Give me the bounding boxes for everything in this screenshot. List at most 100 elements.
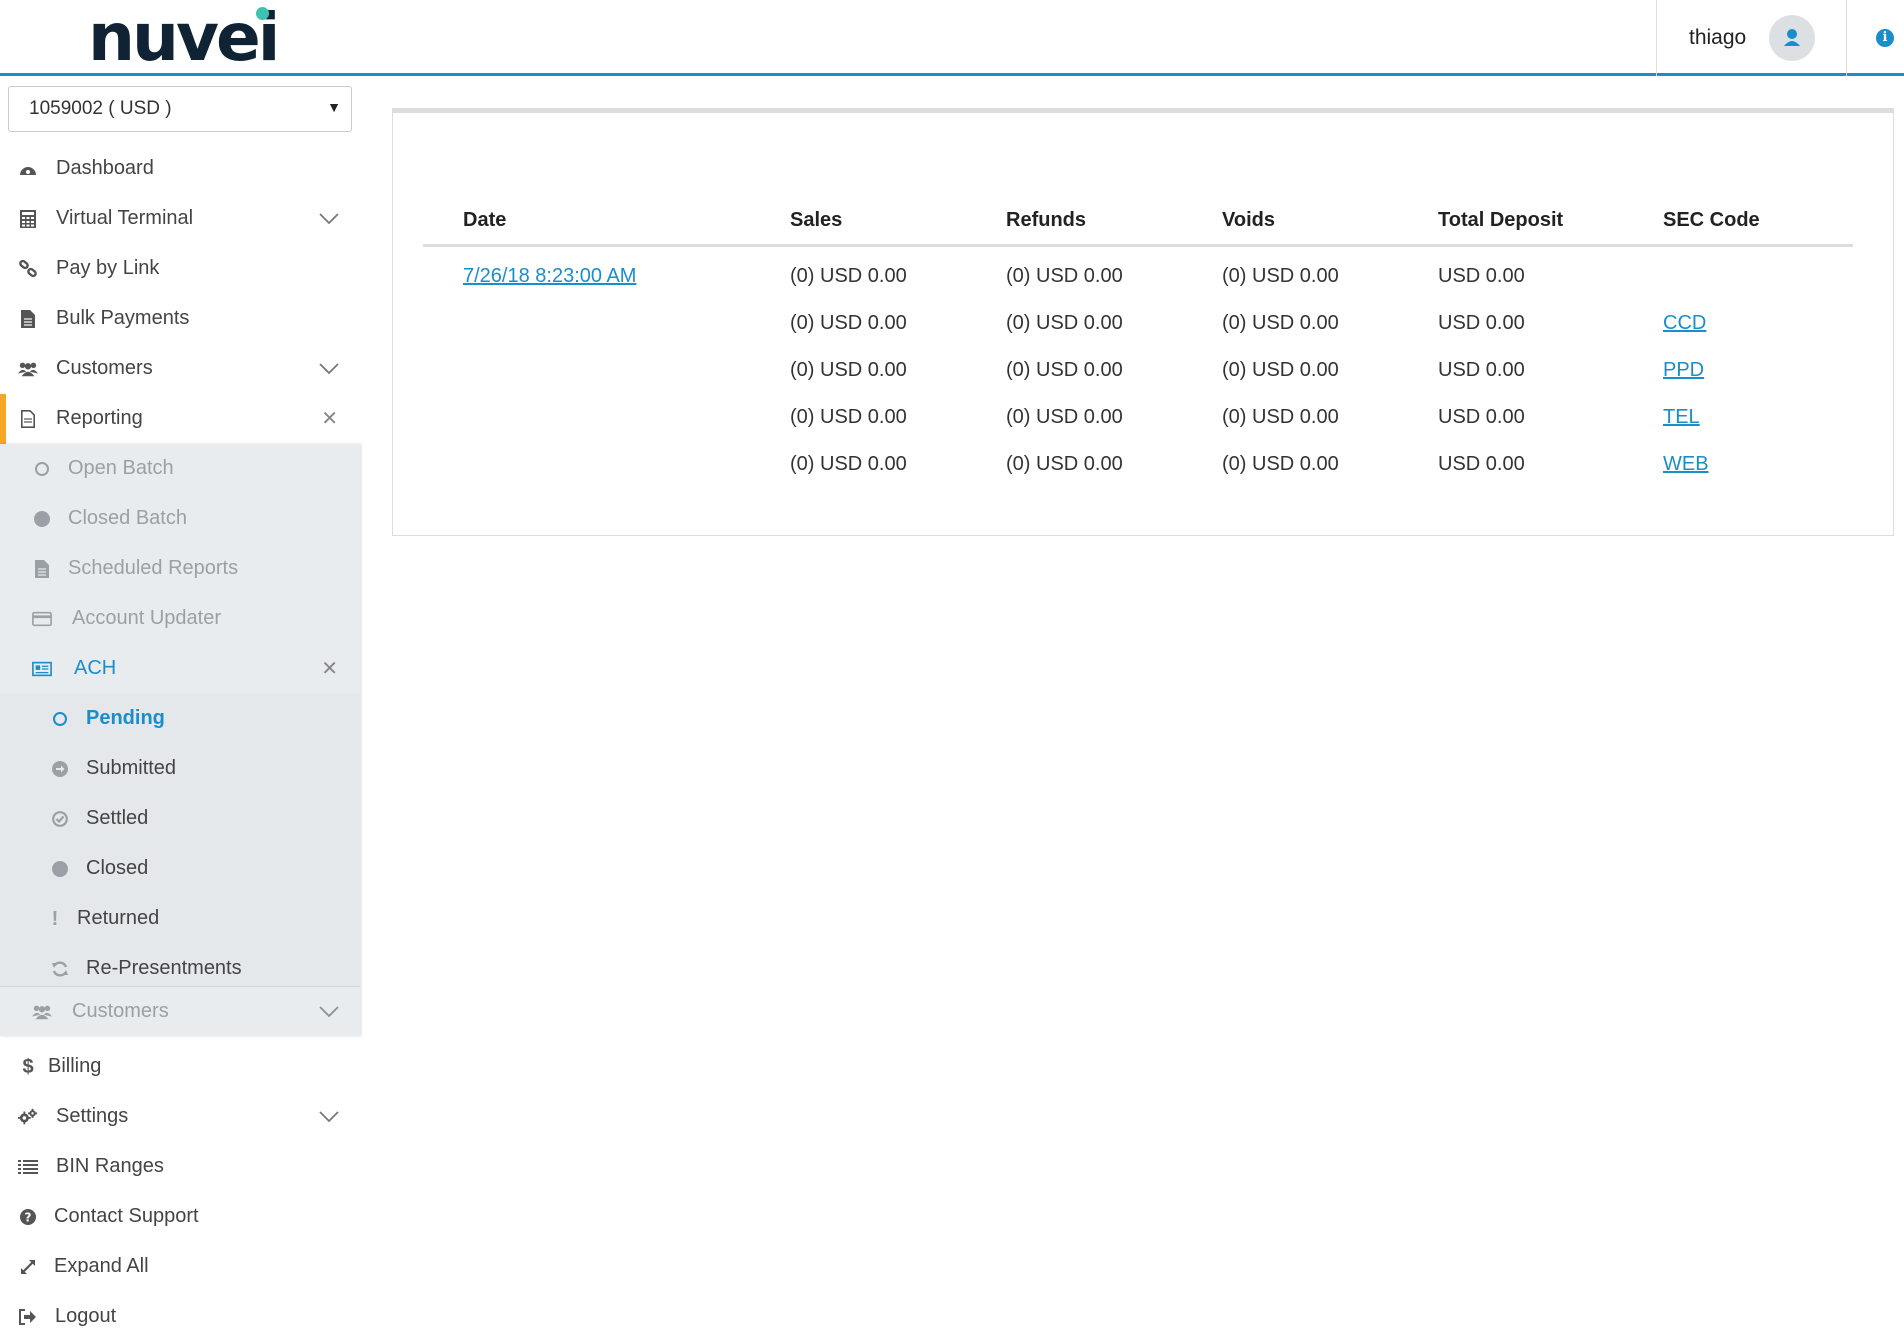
chevron-down-icon xyxy=(319,213,339,225)
sidebar-item-label: ACH xyxy=(74,657,117,679)
voids-cell: (0) USD 0.00 xyxy=(1222,406,1339,428)
voids-cell: (0) USD 0.00 xyxy=(1222,312,1339,334)
account-select[interactable]: 1059002 ( USD ) ▼ xyxy=(8,86,352,132)
info-icon[interactable]: i xyxy=(1876,29,1894,47)
table-row: (0) USD 0.00 (0) USD 0.00 (0) USD 0.00 U… xyxy=(423,441,1853,488)
col-header-voids: Voids xyxy=(1222,209,1438,247)
account-select-value: 1059002 ( USD ) xyxy=(29,98,172,119)
circle-outline-icon xyxy=(32,459,52,479)
file-icon xyxy=(32,559,52,579)
total-deposit-cell: USD 0.00 xyxy=(1438,312,1525,334)
table-row: (0) USD 0.00 (0) USD 0.00 (0) USD 0.00 U… xyxy=(423,300,1853,347)
logo-dot xyxy=(256,7,269,20)
sidebar-item-label: Re-Presentments xyxy=(86,957,242,979)
sidebar-item-closed-batch[interactable]: Closed Batch xyxy=(0,494,360,544)
sidebar-item-pay-by-link[interactable]: Pay by Link xyxy=(0,244,360,294)
user-icon xyxy=(1784,29,1800,46)
voids-cell: (0) USD 0.00 xyxy=(1222,453,1339,475)
reporting-submenu: Open Batch Closed Batch Scheduled Report… xyxy=(0,444,360,1036)
col-header-date: Date xyxy=(423,209,790,247)
sec-code-cell xyxy=(1663,246,1853,301)
gears-icon xyxy=(18,1107,38,1127)
sec-code-link-web[interactable]: WEB xyxy=(1663,453,1709,475)
sidebar-item-reporting-customers[interactable]: Customers xyxy=(0,986,360,1036)
sidebar-item-label: Logout xyxy=(55,1305,117,1327)
sidebar-item-open-batch[interactable]: Open Batch xyxy=(0,444,360,494)
sidebar-item-ach[interactable]: ACH ✕ xyxy=(0,644,360,694)
refunds-cell: (0) USD 0.00 xyxy=(1006,359,1123,381)
calculator-icon xyxy=(18,209,38,229)
ach-batch-table: Date Sales Refunds Voids Total Deposit S… xyxy=(423,209,1853,488)
total-deposit-cell: USD 0.00 xyxy=(1438,359,1525,381)
chevron-down-icon xyxy=(319,363,339,375)
sidebar-item-expand-all[interactable]: Expand All xyxy=(0,1242,360,1292)
sec-code-link-ccd[interactable]: CCD xyxy=(1663,312,1706,334)
sidebar-item-scheduled-reports[interactable]: Scheduled Reports xyxy=(0,544,360,594)
caret-down-icon: ▼ xyxy=(327,99,341,115)
table-row: (0) USD 0.00 (0) USD 0.00 (0) USD 0.00 U… xyxy=(423,347,1853,394)
sidebar-item-label: Pay by Link xyxy=(56,257,160,279)
sidebar-item-contact-support[interactable]: ? Contact Support xyxy=(0,1192,360,1242)
sidebar-item-label: Returned xyxy=(77,907,160,929)
sales-cell: (0) USD 0.00 xyxy=(790,359,907,381)
link-icon xyxy=(18,259,38,279)
sidebar-item-submitted[interactable]: Submitted xyxy=(0,744,360,794)
table-header-row: Date Sales Refunds Voids Total Deposit S… xyxy=(423,209,1853,247)
sidebar-item-customers[interactable]: Customers xyxy=(0,344,360,394)
sidebar-item-label: Settings xyxy=(56,1105,129,1127)
sidebar-item-reporting[interactable]: Reporting ✕ xyxy=(0,394,360,444)
sidebar-item-bin-ranges[interactable]: BIN Ranges xyxy=(0,1142,360,1192)
batch-date-link[interactable]: 7/26/18 8:23:00 AM xyxy=(463,265,636,287)
refresh-icon xyxy=(50,959,70,979)
table-row: 7/26/18 8:23:00 AM (0) USD 0.00 (0) USD … xyxy=(423,246,1853,301)
sidebar-item-account-updater[interactable]: Account Updater xyxy=(0,594,360,644)
sign-out-icon xyxy=(18,1307,38,1327)
date-cell xyxy=(423,347,790,394)
user-menu[interactable]: thiago xyxy=(1656,0,1847,76)
voids-cell: (0) USD 0.00 xyxy=(1222,359,1339,381)
table-row: (0) USD 0.00 (0) USD 0.00 (0) USD 0.00 U… xyxy=(423,394,1853,441)
dashboard-icon xyxy=(18,159,38,179)
active-marker xyxy=(0,394,6,444)
sidebar-item-label: BIN Ranges xyxy=(56,1155,164,1177)
sidebar-item-label: Submitted xyxy=(86,757,177,779)
sidebar-item-label: Customers xyxy=(56,357,153,379)
close-icon[interactable]: ✕ xyxy=(321,406,338,431)
sidebar-item-label: Closed Batch xyxy=(68,507,187,529)
refunds-cell: (0) USD 0.00 xyxy=(1006,453,1123,475)
sidebar-item-returned[interactable]: ! Returned xyxy=(0,894,360,944)
total-deposit-cell: USD 0.00 xyxy=(1438,265,1525,287)
sidebar-item-bulk-payments[interactable]: Bulk Payments xyxy=(0,294,360,344)
circle-filled-icon xyxy=(50,859,70,879)
sidebar-item-closed[interactable]: Closed xyxy=(0,844,360,894)
close-icon[interactable]: ✕ xyxy=(321,656,338,681)
username: thiago xyxy=(1689,26,1747,49)
avatar[interactable] xyxy=(1769,15,1815,61)
sidebar-item-settled[interactable]: Settled xyxy=(0,794,360,844)
nuvei-logo[interactable]: nuvei xyxy=(88,0,288,76)
sidebar-item-dashboard[interactable]: Dashboard xyxy=(0,144,360,194)
sec-code-link-ppd[interactable]: PPD xyxy=(1663,359,1704,381)
sidebar-item-label: Bulk Payments xyxy=(56,307,190,329)
logo-text: nuvei xyxy=(88,0,280,76)
file-text-icon xyxy=(18,409,38,429)
expand-icon xyxy=(18,1257,38,1277)
sec-code-link-tel[interactable]: TEL xyxy=(1663,406,1700,428)
sales-cell: (0) USD 0.00 xyxy=(790,453,907,475)
circle-outline-icon xyxy=(50,709,70,729)
sidebar-item-label: Reporting xyxy=(56,407,143,429)
ach-submenu: Pending Submitted Settled Closed ! Retur… xyxy=(0,694,360,986)
sidebar: 1059002 ( USD ) ▼ Dashboard Virtual Term… xyxy=(0,76,360,1339)
users-icon xyxy=(32,1002,52,1022)
sidebar-item-settings[interactable]: Settings xyxy=(0,1092,360,1142)
sidebar-item-label: Dashboard xyxy=(56,157,154,179)
sidebar-item-label: Billing xyxy=(48,1055,102,1077)
list-icon xyxy=(18,1157,38,1177)
sidebar-item-billing[interactable]: $ Billing xyxy=(0,1042,360,1092)
sidebar-item-virtual-terminal[interactable]: Virtual Terminal xyxy=(0,194,360,244)
sidebar-item-logout[interactable]: Logout xyxy=(0,1292,360,1342)
sidebar-item-label: Closed xyxy=(86,857,149,879)
sidebar-item-label: Virtual Terminal xyxy=(56,207,194,229)
sidebar-item-pending[interactable]: Pending xyxy=(0,694,360,744)
col-header-refunds: Refunds xyxy=(1006,209,1222,247)
